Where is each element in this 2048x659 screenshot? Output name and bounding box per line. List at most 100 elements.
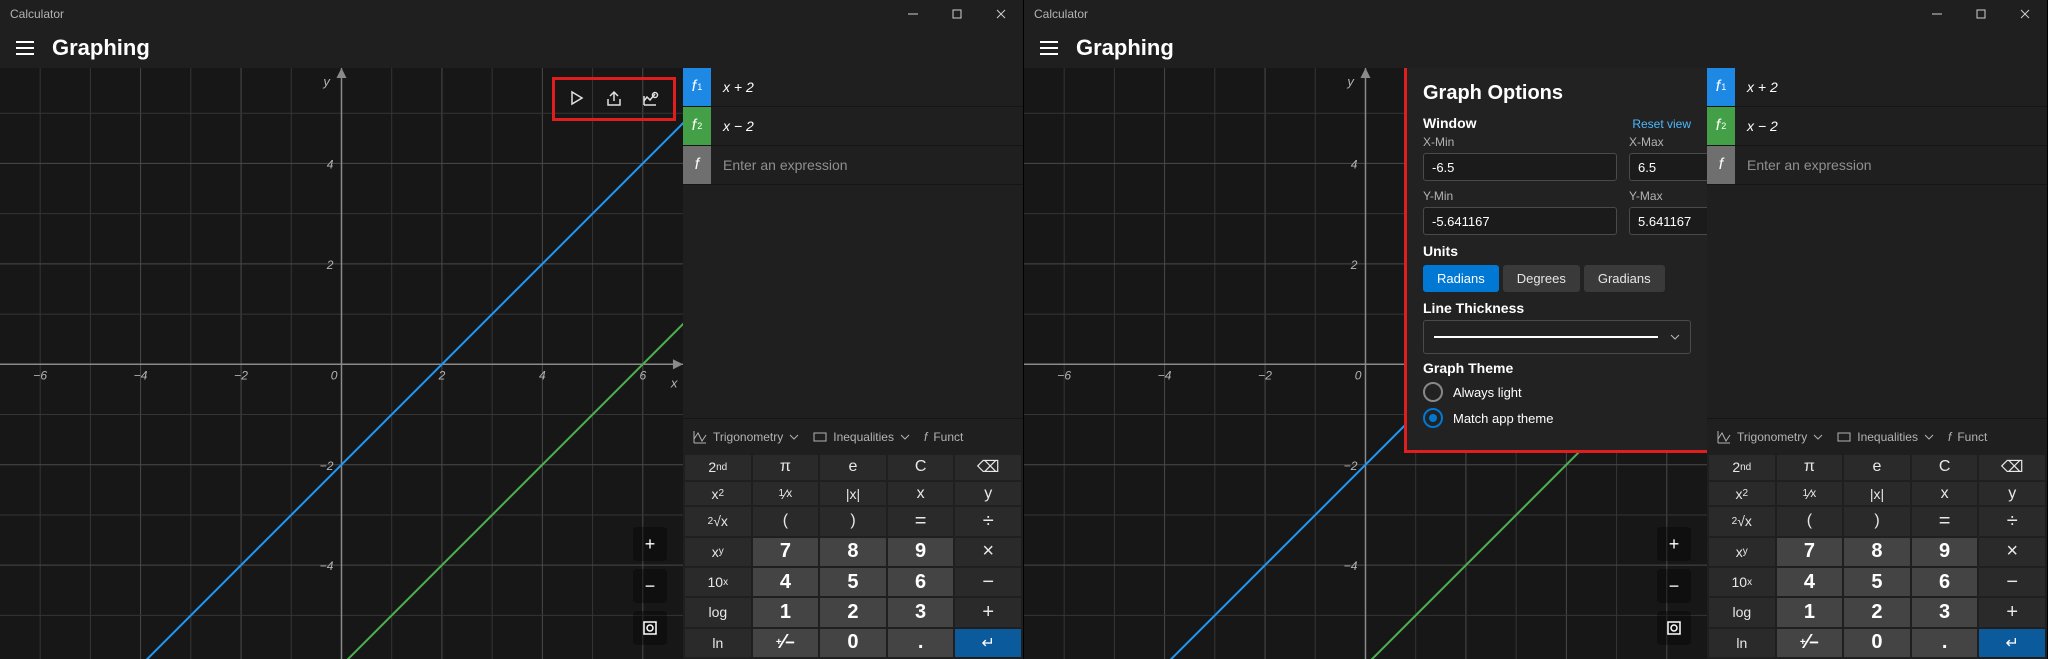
key-sub[interactable]: −	[1979, 568, 2045, 596]
key-2[interactable]: 2	[1844, 598, 1910, 626]
zoom-reset-button[interactable]	[633, 611, 667, 645]
equation-row-1[interactable]: f1 x + 2	[1707, 68, 2047, 107]
zoom-out-button[interactable]: −	[633, 569, 667, 603]
equation-row-2[interactable]: f2 x − 2	[683, 107, 1023, 146]
key-2nd[interactable]: 2nd	[1709, 455, 1775, 480]
key-0[interactable]: 0	[1844, 629, 1910, 657]
key-log[interactable]: log	[1709, 598, 1775, 626]
minimize-button[interactable]	[891, 0, 935, 28]
equation-badge-1[interactable]: f1	[683, 68, 711, 106]
maximize-button[interactable]	[935, 0, 979, 28]
key-clear[interactable]: C	[888, 455, 954, 480]
reset-view-link[interactable]: Reset view	[1632, 117, 1691, 131]
equation-row-new[interactable]: f Enter an expression	[1707, 146, 2047, 185]
key-enter[interactable]: ↵	[1979, 629, 2045, 657]
key-6[interactable]: 6	[1912, 568, 1978, 596]
trig-dropdown[interactable]: Trigonometry	[693, 430, 799, 444]
menu-icon[interactable]	[12, 37, 38, 59]
menu-icon[interactable]	[1036, 37, 1062, 59]
key-4[interactable]: 4	[1777, 568, 1843, 596]
key-abs[interactable]: |x|	[820, 482, 886, 505]
ymax-input[interactable]	[1629, 207, 1707, 235]
zoom-in-button[interactable]: +	[633, 527, 667, 561]
key-e[interactable]: e	[820, 455, 886, 480]
key-log[interactable]: log	[685, 598, 751, 626]
key-2[interactable]: 2	[820, 598, 886, 626]
zoom-out-button[interactable]: −	[1657, 569, 1691, 603]
equation-row-new[interactable]: f Enter an expression	[683, 146, 1023, 185]
key-abs[interactable]: |x|	[1844, 482, 1910, 505]
key-eq[interactable]: =	[1912, 507, 1978, 535]
key-7[interactable]: 7	[1777, 538, 1843, 566]
key-5[interactable]: 5	[1844, 568, 1910, 596]
equation-badge-2[interactable]: f2	[1707, 107, 1735, 145]
key-lparen[interactable]: (	[753, 507, 819, 535]
key-div[interactable]: ÷	[955, 507, 1021, 535]
key-div[interactable]: ÷	[1979, 507, 2045, 535]
share-icon[interactable]	[601, 86, 627, 112]
theme-option-light[interactable]: Always light	[1423, 382, 1691, 402]
key-clear[interactable]: C	[1912, 455, 1978, 480]
key-ln[interactable]: ln	[1709, 629, 1775, 657]
key-negate[interactable]: +⁄−	[1777, 629, 1843, 657]
key-7[interactable]: 7	[753, 538, 819, 566]
close-button[interactable]	[2003, 0, 2047, 28]
key-0[interactable]: 0	[820, 629, 886, 657]
graph-options-icon[interactable]	[637, 86, 663, 112]
key-3[interactable]: 3	[1912, 598, 1978, 626]
key-x[interactable]: x	[1912, 482, 1978, 505]
functions-dropdown[interactable]: f Funct	[924, 430, 963, 444]
key-lparen[interactable]: (	[1777, 507, 1843, 535]
key-mul[interactable]: ×	[955, 538, 1021, 566]
key-dot[interactable]: .	[888, 629, 954, 657]
key-rparen[interactable]: )	[1844, 507, 1910, 535]
key-recip[interactable]: 1⁄x	[1777, 482, 1843, 505]
key-xsq[interactable]: x2	[685, 482, 751, 505]
equation-row-2[interactable]: f2 x − 2	[1707, 107, 2047, 146]
key-xy[interactable]: xy	[685, 538, 751, 566]
key-10x[interactable]: 10x	[685, 568, 751, 596]
equation-row-1[interactable]: f1 x + 2	[683, 68, 1023, 107]
key-xy[interactable]: xy	[1709, 538, 1775, 566]
minimize-button[interactable]	[1915, 0, 1959, 28]
graph-area[interactable]: −6 −4 −2 0 2 4 6 4 2 −2 −4 x y	[0, 68, 683, 659]
close-button[interactable]	[979, 0, 1023, 28]
unit-radians[interactable]: Radians	[1423, 265, 1499, 292]
zoom-in-button[interactable]: +	[1657, 527, 1691, 561]
trig-dropdown[interactable]: Trigonometry	[1717, 430, 1823, 444]
key-5[interactable]: 5	[820, 568, 886, 596]
equation-badge-1[interactable]: f1	[1707, 68, 1735, 106]
key-1[interactable]: 1	[753, 598, 819, 626]
key-mul[interactable]: ×	[1979, 538, 2045, 566]
key-10x[interactable]: 10x	[1709, 568, 1775, 596]
theme-option-match[interactable]: Match app theme	[1423, 408, 1691, 428]
key-backspace[interactable]: ⌫	[955, 455, 1021, 480]
key-pi[interactable]: π	[1777, 455, 1843, 480]
key-9[interactable]: 9	[1912, 538, 1978, 566]
ymin-input[interactable]	[1423, 207, 1617, 235]
xmin-input[interactable]	[1423, 153, 1617, 181]
key-dot[interactable]: .	[1912, 629, 1978, 657]
unit-degrees[interactable]: Degrees	[1503, 265, 1580, 292]
key-4[interactable]: 4	[753, 568, 819, 596]
inequalities-dropdown[interactable]: Inequalities	[1837, 430, 1934, 444]
equation-badge-2[interactable]: f2	[683, 107, 711, 145]
key-8[interactable]: 8	[820, 538, 886, 566]
maximize-button[interactable]	[1959, 0, 2003, 28]
zoom-reset-button[interactable]	[1657, 611, 1691, 645]
key-pi[interactable]: π	[753, 455, 819, 480]
key-8[interactable]: 8	[1844, 538, 1910, 566]
key-e[interactable]: e	[1844, 455, 1910, 480]
key-negate[interactable]: +⁄−	[753, 629, 819, 657]
key-2nd[interactable]: 2nd	[685, 455, 751, 480]
key-recip[interactable]: 1⁄x	[753, 482, 819, 505]
key-enter[interactable]: ↵	[955, 629, 1021, 657]
functions-dropdown[interactable]: f Funct	[1948, 430, 1987, 444]
key-add[interactable]: +	[1979, 598, 2045, 626]
key-6[interactable]: 6	[888, 568, 954, 596]
key-sqrt[interactable]: 2√x	[1709, 507, 1775, 535]
key-eq[interactable]: =	[888, 507, 954, 535]
key-y[interactable]: y	[1979, 482, 2045, 505]
key-y[interactable]: y	[955, 482, 1021, 505]
key-backspace[interactable]: ⌫	[1979, 455, 2045, 480]
